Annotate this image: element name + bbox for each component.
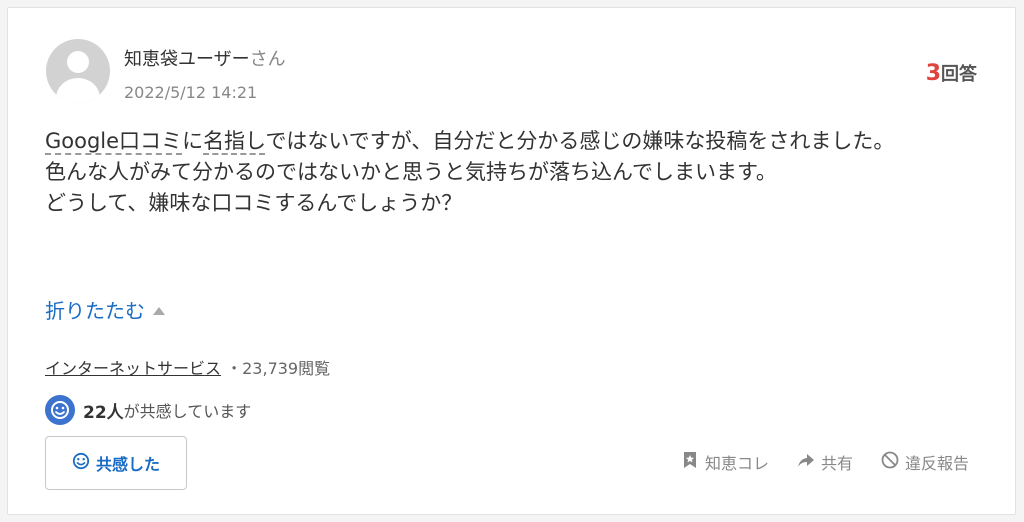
- answer-count-unit: 回答: [941, 64, 977, 85]
- user-name-text: 知恵袋ユーザー: [124, 49, 250, 70]
- empathize-button-label: 共感した: [95, 455, 160, 474]
- user-name-suffix: さん: [249, 49, 286, 70]
- meta-separator: ・: [226, 359, 243, 378]
- question-meta: インターネットサービス ・23,739閲覧: [45, 355, 330, 379]
- share-button[interactable]: 共有: [797, 450, 853, 474]
- bookmark-icon: [681, 451, 699, 473]
- question-line-2: 色んな人がみて分かるのではないかと思うと気持ちが落ち込んでしまいます。: [45, 160, 777, 184]
- report-label: 違反報告: [904, 454, 969, 473]
- smile-icon: [72, 452, 90, 474]
- empathize-button[interactable]: 共感した: [45, 436, 187, 490]
- question-line-3: どうして、嫌味な口コミするんでしょうか？: [45, 191, 463, 215]
- question-body: Google口コミに名指しではないですが、自分だと分かる感じの嫌味な投稿をされま…: [45, 126, 985, 219]
- empathy-summary: 22人 が共感しています: [45, 395, 251, 425]
- smile-icon: [45, 395, 75, 425]
- question-card: 知恵袋ユーザーさん 2022/5/12 14:21 3回答 Google口コミに…: [7, 7, 1016, 515]
- collapse-toggle[interactable]: 折りたたむ: [45, 295, 165, 324]
- save-label: 知恵コレ: [704, 454, 769, 473]
- report-button[interactable]: 違反報告: [881, 450, 969, 474]
- answer-count[interactable]: 3回答: [926, 60, 977, 86]
- user-name[interactable]: 知恵袋ユーザーさん: [124, 45, 286, 71]
- action-bar: 知恵コレ 共有 違反報告: [681, 450, 969, 474]
- share-label: 共有: [820, 454, 853, 473]
- keyword-link-naming[interactable]: 名指し: [203, 129, 266, 155]
- report-icon: [881, 451, 899, 473]
- caret-up-icon: [153, 307, 165, 315]
- question-line-1: Google口コミに名指しではないですが、自分だと分かる感じの嫌味な投稿をされま…: [45, 129, 895, 155]
- post-date: 2022/5/12 14:21: [124, 83, 258, 102]
- empathy-text: が共感しています: [123, 402, 252, 421]
- avatar[interactable]: [46, 39, 110, 103]
- answer-count-number: 3: [925, 61, 941, 86]
- category-link[interactable]: インターネットサービス: [45, 359, 221, 378]
- save-to-collection-button[interactable]: 知恵コレ: [681, 450, 769, 474]
- keyword-link-google-review[interactable]: Google口コミ: [45, 129, 183, 155]
- view-count: 23,739閲覧: [242, 359, 331, 378]
- collapse-label: 折りたたむ: [45, 299, 145, 323]
- share-arrow-icon: [797, 451, 815, 473]
- empathy-count: 22人: [83, 402, 124, 423]
